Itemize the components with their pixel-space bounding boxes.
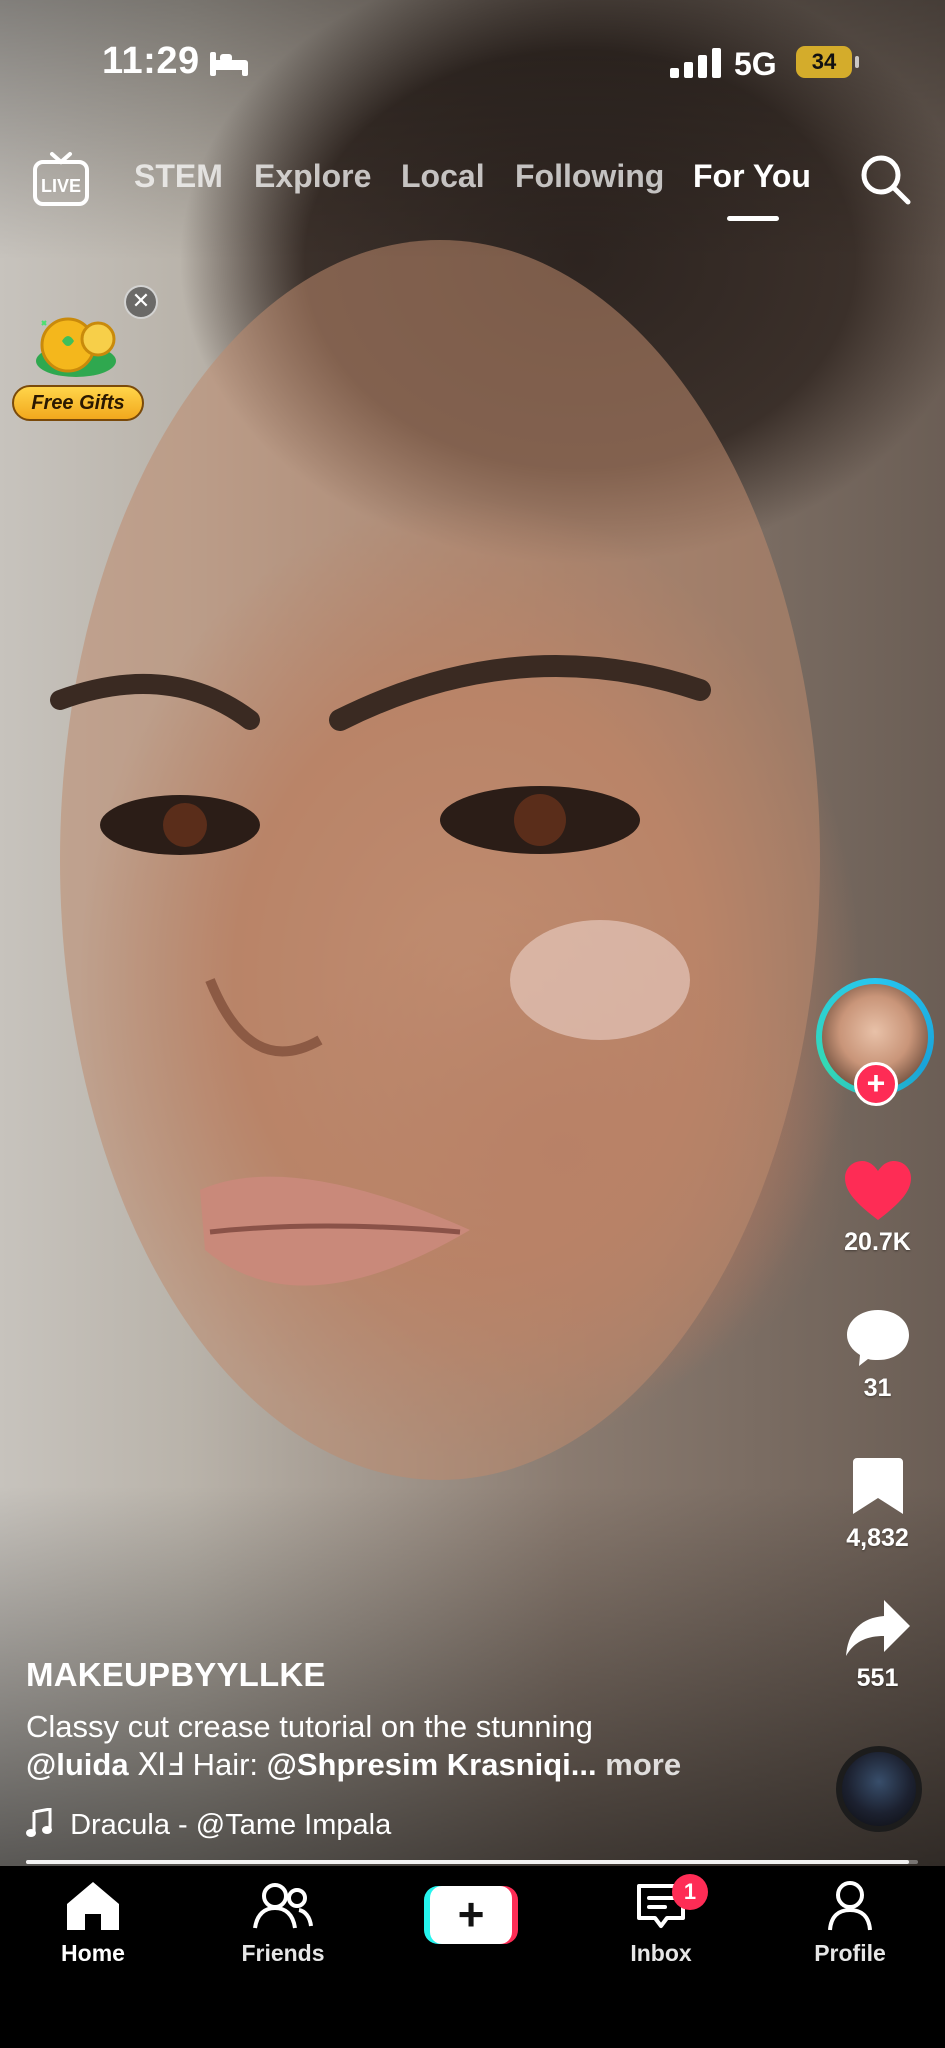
profile-icon xyxy=(828,1881,872,1931)
top-nav: LIVE STEM Explore Local Following For Yo… xyxy=(0,140,945,230)
bookmark-button[interactable]: 4,832 xyxy=(810,1456,945,1553)
free-gifts-promo[interactable]: ✕ Free Gifts xyxy=(8,285,158,425)
description-text: Classy cut crease tutorial on the stunni… xyxy=(26,1709,593,1744)
video-progress-fill xyxy=(26,1860,910,1864)
share-button[interactable]: 551 xyxy=(810,1598,945,1693)
tab-stem[interactable]: STEM xyxy=(134,158,223,195)
plus-icon: + xyxy=(430,1886,512,1944)
battery-level: 34 xyxy=(811,49,837,74)
inbox-badge: 1 xyxy=(672,1874,708,1910)
nav-home[interactable]: Home xyxy=(18,1880,168,1967)
music-note-icon xyxy=(26,1808,52,1837)
live-label: LIVE xyxy=(41,176,81,196)
sleep-focus-icon xyxy=(210,52,248,76)
home-icon xyxy=(67,1882,119,1930)
author-username[interactable]: MAKEUPBYYLLKE xyxy=(26,1656,816,1694)
tab-local[interactable]: Local xyxy=(401,158,485,195)
free-gifts-label: Free Gifts xyxy=(12,385,144,421)
nav-home-label: Home xyxy=(61,1940,125,1966)
tab-explore[interactable]: Explore xyxy=(254,158,371,195)
nav-friends-label: Friends xyxy=(241,1940,325,1966)
active-tab-indicator xyxy=(727,216,779,221)
comment-count: 31 xyxy=(863,1374,892,1402)
share-arrow-icon xyxy=(845,1600,910,1656)
video-progress-bar[interactable] xyxy=(26,1860,918,1864)
close-icon[interactable]: ✕ xyxy=(124,285,158,319)
nav-inbox-label: Inbox xyxy=(630,1940,692,1966)
nav-profile-label: Profile xyxy=(814,1940,886,1966)
more-link[interactable]: more xyxy=(605,1747,681,1782)
live-tv-icon[interactable]: LIVE xyxy=(32,150,90,208)
save-count: 4,832 xyxy=(846,1524,909,1552)
bottom-nav: Home Friends + 1 Inbox Profile xyxy=(0,1866,945,2048)
tab-following[interactable]: Following xyxy=(515,158,664,195)
status-bar: 11:29 5G 34 xyxy=(0,0,945,130)
nav-profile[interactable]: Profile xyxy=(775,1880,925,1967)
comment-button[interactable]: 31 xyxy=(810,1308,945,1403)
status-time: 11:29 xyxy=(102,40,200,82)
network-type: 5G xyxy=(734,46,777,82)
tab-for-you[interactable]: For You xyxy=(693,158,811,195)
sound-link[interactable]: Dracula - @Tame Impala xyxy=(26,1808,391,1842)
like-count: 20.7K xyxy=(844,1228,911,1256)
battery-tip xyxy=(855,56,859,68)
video-player[interactable] xyxy=(0,0,945,1866)
sound-name: Dracula - @Tame Impala xyxy=(70,1809,392,1841)
post-description[interactable]: Classy cut crease tutorial on the stunni… xyxy=(26,1708,816,1784)
follow-button[interactable]: + xyxy=(854,1062,898,1106)
battery-icon: 34 xyxy=(796,46,852,78)
hair-label: Hair: xyxy=(192,1747,259,1782)
nav-inbox[interactable]: 1 Inbox xyxy=(586,1874,736,1967)
post-caption: MAKEUPBYYLLKE Classy cut crease tutorial… xyxy=(26,1656,816,1784)
mention-link-2[interactable]: @Shpresim Krasniqi... xyxy=(267,1747,597,1782)
share-count: 551 xyxy=(856,1664,899,1692)
comment-bubble-icon xyxy=(846,1310,909,1366)
description-symbols: ⅪℲ xyxy=(128,1747,193,1782)
search-icon[interactable] xyxy=(858,152,912,206)
nav-friends[interactable]: Friends xyxy=(208,1880,358,1967)
create-post-button[interactable]: + xyxy=(424,1886,518,1944)
friends-icon xyxy=(253,1883,313,1929)
gift-coins-icon xyxy=(36,317,116,377)
mention-link[interactable]: @luida xyxy=(26,1747,129,1782)
cellular-signal-icon xyxy=(670,48,721,78)
music-disc[interactable] xyxy=(836,1746,922,1832)
heart-icon xyxy=(844,1161,911,1220)
like-button[interactable]: 20.7K xyxy=(810,1160,945,1257)
bookmark-icon xyxy=(852,1458,903,1514)
